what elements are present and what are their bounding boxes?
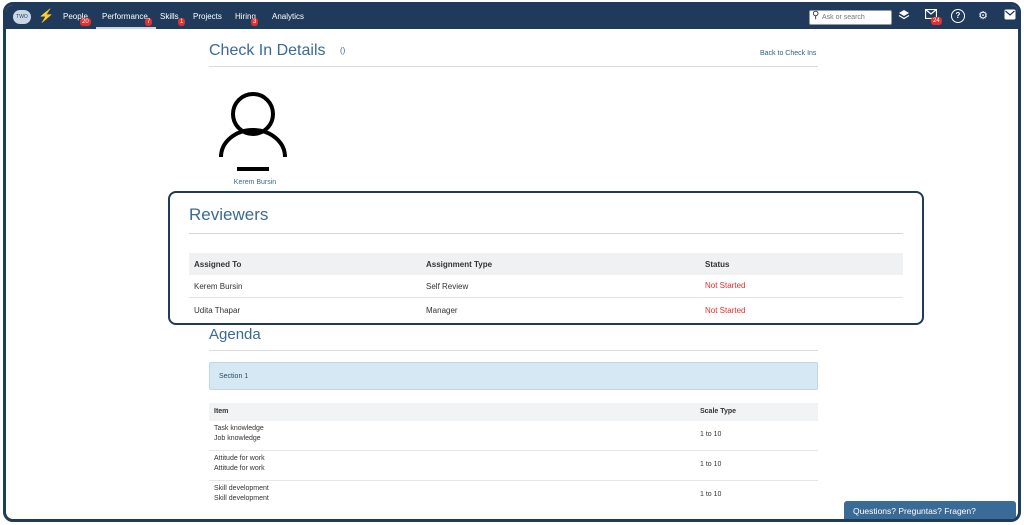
header-assigned-to: Assigned To — [194, 260, 242, 269]
item-title: Task knowledge — [214, 425, 264, 432]
nav-skills-label: Skills — [160, 12, 179, 21]
search-icon: ⚲ — [812, 10, 820, 21]
reviewers-heading: Reviewers — [189, 205, 269, 224]
check-in-count: () — [340, 46, 346, 55]
scale-type-cell: 1 to 10 — [700, 461, 722, 468]
agenda-heading: Agenda — [209, 326, 261, 343]
main-content: Check In Details () Back to Check Ins Ke… — [6, 29, 1018, 519]
layers-icon[interactable] — [897, 9, 911, 23]
header-item: Item — [214, 408, 229, 415]
mail-badge: 24 — [931, 17, 942, 25]
header-scale-type: Scale Type — [700, 408, 737, 415]
scale-type-cell: 1 to 10 — [700, 491, 722, 498]
employee-name-link[interactable]: Kerem Bursin — [209, 179, 301, 186]
nav-analytics[interactable]: Analytics — [272, 5, 304, 29]
item-subtitle: Attitude for work — [214, 465, 265, 472]
status-cell: Not Started — [705, 306, 746, 315]
top-navbar: TWO ⚡ People 20 Performance 7 Skills 1 P… — [6, 5, 1018, 29]
scale-type-cell: 1 to 10 — [700, 431, 722, 438]
item-title: Attitude for work — [214, 455, 265, 462]
search-box[interactable]: ⚲ — [809, 10, 892, 25]
nav-people[interactable]: People 20 — [63, 5, 91, 29]
envelope-icon[interactable] — [1003, 9, 1017, 23]
reviewers-table-header: Assigned To Assignment Type Status — [189, 253, 903, 275]
nav-people-badge: 20 — [80, 18, 91, 26]
back-to-check-ins-link[interactable]: Back to Check Ins — [760, 50, 816, 57]
item-title: Skill development — [214, 485, 269, 492]
bolt-icon[interactable]: ⚡ — [38, 8, 54, 24]
divider — [209, 66, 818, 67]
assignment-type-cell: Manager — [426, 306, 458, 315]
table-row: Skill development Skill development 1 to… — [209, 481, 818, 511]
help-widget-button[interactable]: Questions? Preguntas? Fragen? — [844, 501, 1016, 519]
nav-hiring-badge: 3 — [251, 18, 259, 26]
nav-hiring[interactable]: Hiring 3 — [235, 5, 259, 29]
status-cell: Not Started — [705, 281, 746, 290]
assignment-type-cell: Self Review — [426, 282, 469, 291]
table-row: Attitude for work Attitude for work 1 to… — [209, 451, 818, 481]
page-title: Check In Details — [209, 42, 326, 59]
nav-skills[interactable]: Skills 1 — [160, 5, 186, 29]
company-logo[interactable]: TWO — [13, 10, 31, 24]
item-subtitle: Skill development — [214, 495, 269, 502]
search-input[interactable] — [822, 12, 890, 23]
header-assignment-type: Assignment Type — [426, 260, 493, 269]
nav-analytics-label: Analytics — [272, 12, 305, 21]
table-row: Kerem Bursin Self Review Not Started — [189, 275, 903, 298]
nav-projects[interactable]: Projects — [193, 5, 222, 29]
section-label: Section 1 — [219, 373, 249, 380]
nav-skills-badge: 1 — [178, 18, 186, 26]
divider — [209, 350, 818, 351]
nav-projects-label: Projects — [193, 12, 222, 21]
nav-performance-badge: 7 — [145, 18, 153, 26]
nav-performance[interactable]: Performance 7 — [96, 5, 156, 29]
settings-icon[interactable]: ⚙ — [976, 9, 990, 23]
assigned-to-cell: Udita Thapar — [194, 306, 241, 315]
nav-performance-label: Performance — [102, 12, 148, 21]
table-row: Udita Thapar Manager Not Started — [189, 299, 903, 322]
reviewers-panel: Reviewers Assigned To Assignment Type St… — [168, 191, 924, 325]
header-status: Status — [705, 260, 730, 269]
logo-text: TWO — [16, 14, 28, 20]
item-subtitle: Job knowledge — [214, 435, 261, 442]
help-icon[interactable]: ? — [951, 9, 965, 23]
divider — [189, 233, 903, 234]
table-row: Task knowledge Job knowledge 1 to 10 — [209, 421, 818, 451]
app-window: TWO ⚡ People 20 Performance 7 Skills 1 P… — [3, 2, 1021, 522]
agenda-section-header[interactable]: Section 1 — [209, 362, 818, 390]
agenda-table-header: Item Scale Type — [209, 403, 818, 421]
user-avatar-icon — [217, 91, 289, 177]
assigned-to-cell: Kerem Bursin — [194, 282, 243, 291]
